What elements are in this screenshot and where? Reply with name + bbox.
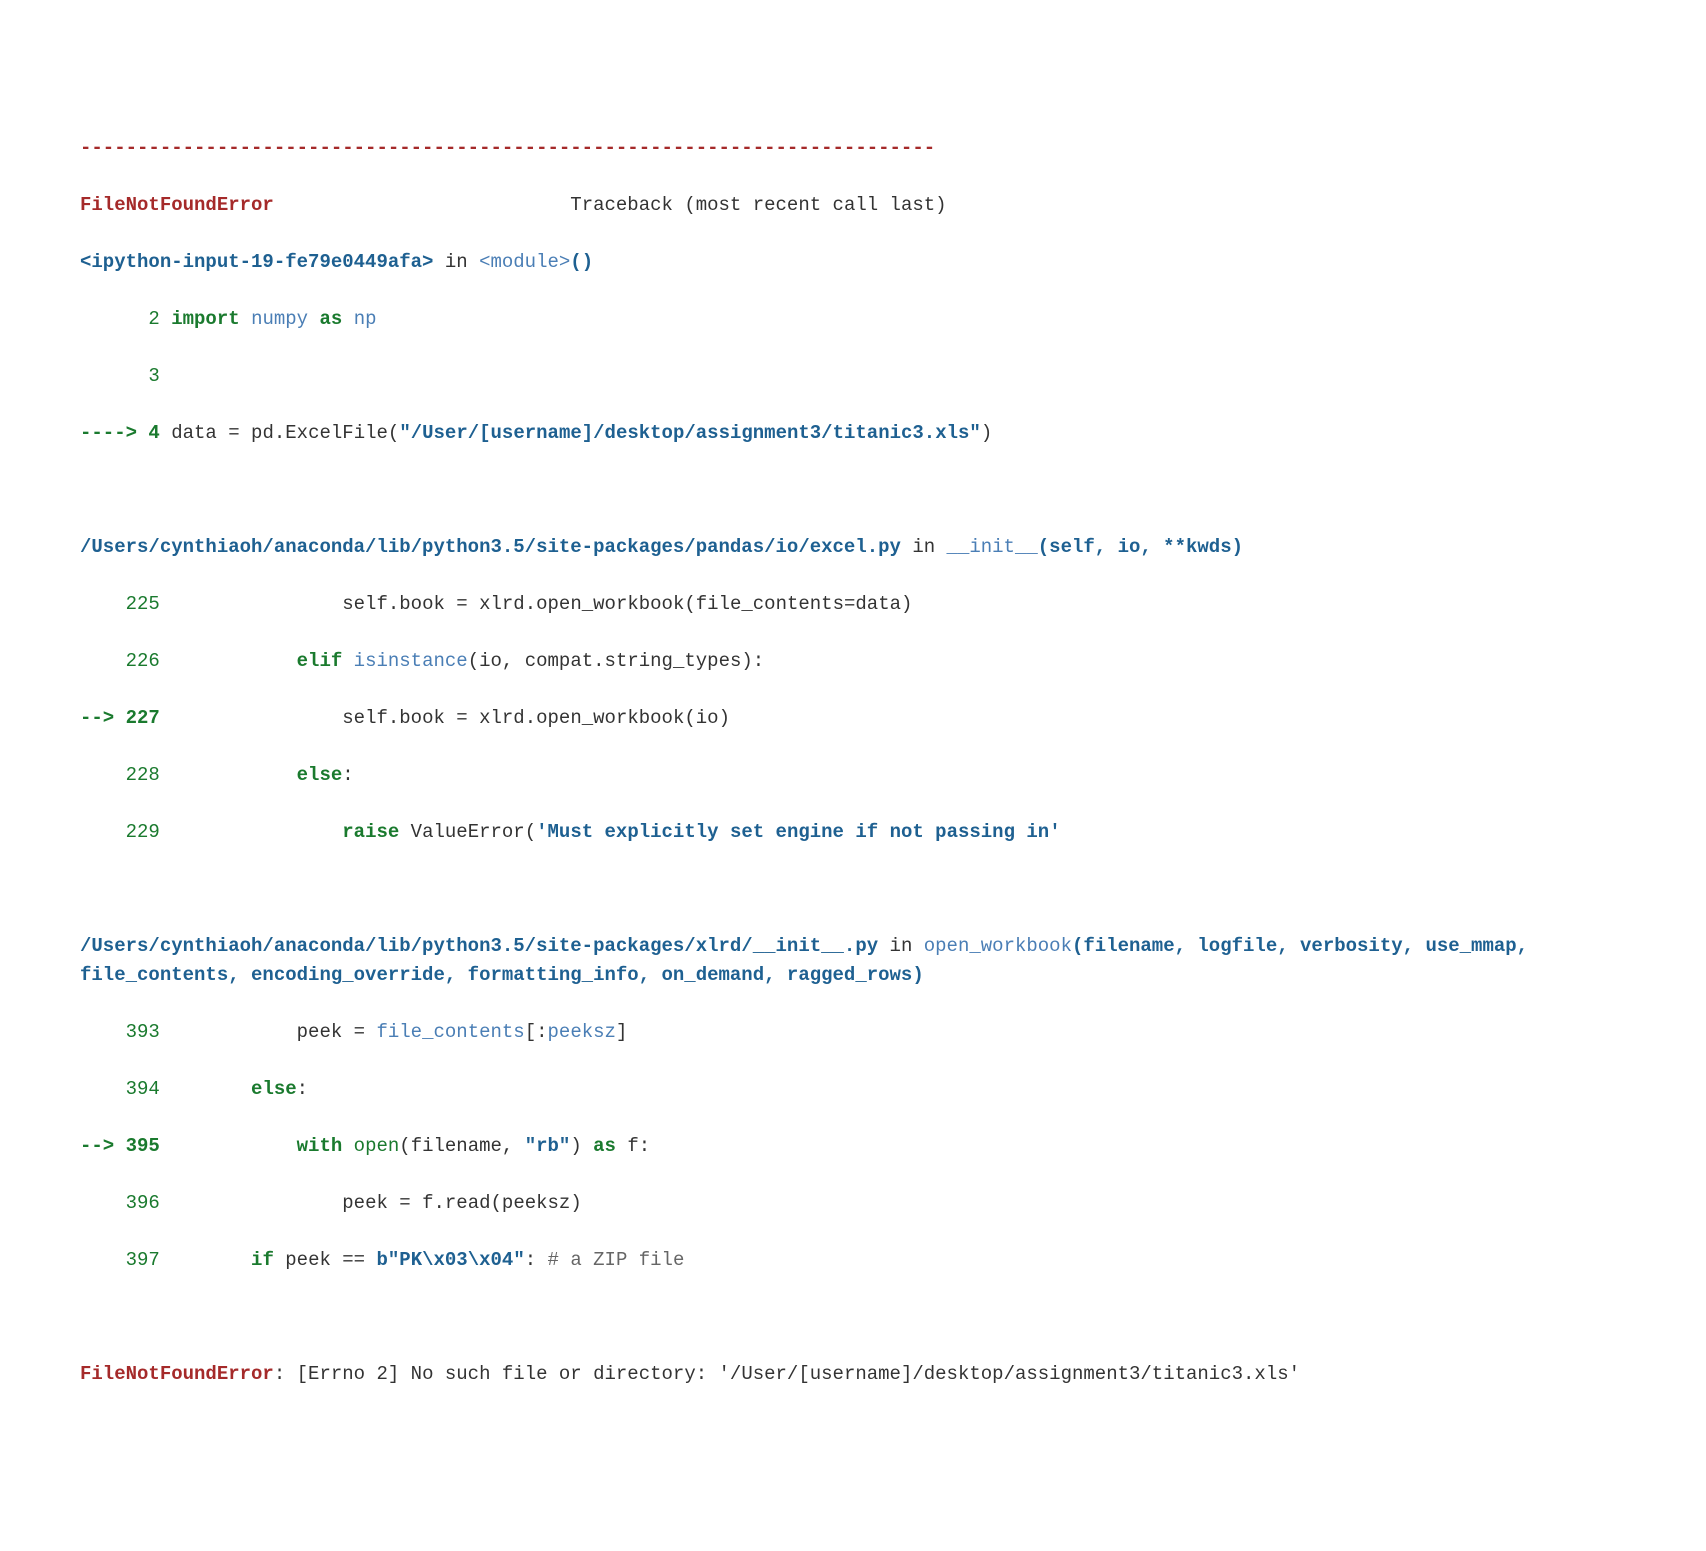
frame0-line3: 3 [80, 362, 1626, 391]
frame2-line394: 394 else: [80, 1075, 1626, 1104]
frame2-line395: --> 395 with open(filename, "rb") as f: [80, 1132, 1626, 1161]
frame1-line226: 226 elif isinstance(io, compat.string_ty… [80, 647, 1626, 676]
frame1-line229: 229 raise ValueError('Must explicitly se… [80, 818, 1626, 847]
traceback-header: FileNotFoundError Traceback (most recent… [80, 191, 1626, 220]
final-error: FileNotFoundError: [Errno 2] No such fil… [80, 1360, 1626, 1389]
frame2-header: /Users/cynthiaoh/anaconda/lib/python3.5/… [80, 932, 1626, 989]
blank-1 [80, 476, 1626, 505]
frame2-line396: 396 peek = f.read(peeksz) [80, 1189, 1626, 1218]
frame1-line225: 225 self.book = xlrd.open_workbook(file_… [80, 590, 1626, 619]
traceback-separator: ----------------------------------------… [80, 134, 1626, 163]
frame0-line4: ----> 4 data = pd.ExcelFile("/User/[user… [80, 419, 1626, 448]
frame2-line393: 393 peek = file_contents[:peeksz] [80, 1018, 1626, 1047]
frame0-line2: 2 import numpy as np [80, 305, 1626, 334]
frame2-line397: 397 if peek == b"PK\x03\x04": # a ZIP fi… [80, 1246, 1626, 1275]
frame1-line228: 228 else: [80, 761, 1626, 790]
blank-2 [80, 875, 1626, 904]
frame1-header: /Users/cynthiaoh/anaconda/lib/python3.5/… [80, 533, 1626, 562]
blank-3 [80, 1303, 1626, 1332]
frame0-header: <ipython-input-19-fe79e0449afa> in <modu… [80, 248, 1626, 277]
frame1-line227: --> 227 self.book = xlrd.open_workbook(i… [80, 704, 1626, 733]
